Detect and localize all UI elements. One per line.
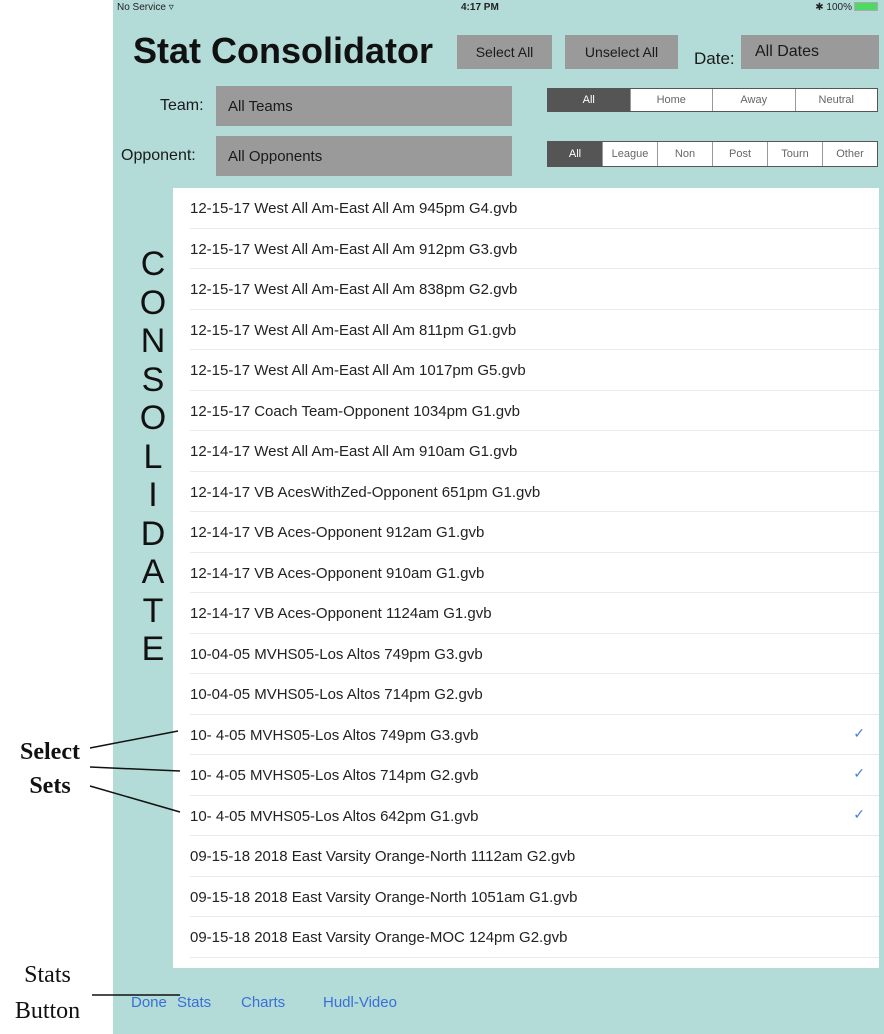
file-name: 12-15-17 West All Am-East All Am 811pm G… xyxy=(190,321,517,339)
date-label: Date: xyxy=(694,49,735,68)
team-field[interactable]: All Teams xyxy=(216,86,512,126)
stats-button-line2: Button xyxy=(14,998,81,1024)
file-row[interactable]: 10-04-05 MVHS05-Los Altos 749pm G3.gvb xyxy=(173,634,879,675)
segment-type-non[interactable]: Non xyxy=(657,142,712,166)
opponent-field[interactable]: All Opponents xyxy=(216,136,512,176)
file-row[interactable]: 12-15-17 West All Am-East All Am 1017pm … xyxy=(173,350,879,391)
stats-button-line1: Stats xyxy=(24,962,71,988)
file-row[interactable]: 09-15-18 2018 East Varsity Orange-North … xyxy=(173,836,879,877)
file-name: 10-04-05 MVHS05-Los Altos 714pm G2.gvb xyxy=(190,686,483,703)
checkmark-icon: ✓ xyxy=(853,805,865,822)
bottom-toolbar: Done Stats Charts Hudl-Video xyxy=(113,978,884,1034)
ipad-screen: No Service ▿ 4:17 PM ✱ 100% Stat Consoli… xyxy=(113,0,884,1034)
file-row[interactable]: 10- 4-05 MVHS05-Los Altos 714pm G2.gvb ✓ xyxy=(173,755,879,796)
select-sets-line2: Sets xyxy=(29,773,71,799)
file-row[interactable]: 12-14-17 West All Am-East All Am 910am G… xyxy=(173,431,879,472)
file-list[interactable]: 12-15-17 West All Am-East All Am 945pm G… xyxy=(173,188,879,968)
checkmark-icon: ✓ xyxy=(853,724,865,741)
type-segmented-control[interactable]: All League Non Post Tourn Other xyxy=(547,141,878,167)
file-name: 10-04-05 MVHS05-Los Altos 749pm G3.gvb xyxy=(190,645,483,663)
opponent-label: Opponent: xyxy=(121,147,196,164)
file-name: 12-14-17 VB Aces-Opponent 912am G1.gvb xyxy=(190,524,485,541)
file-row[interactable]: 10- 4-05 MVHS05-Los Altos 749pm G3.gvb ✓ xyxy=(173,715,879,756)
file-row[interactable]: 12-15-17 West All Am-East All Am 912pm G… xyxy=(173,229,879,270)
segment-type-post[interactable]: Post xyxy=(712,142,767,166)
status-bar: No Service ▿ 4:17 PM ✱ 100% xyxy=(113,0,884,16)
location-segmented-control[interactable]: All Home Away Neutral xyxy=(547,88,878,112)
segment-type-other[interactable]: Other xyxy=(822,142,877,166)
file-name: 12-14-17 VB Aces-Opponent 1124am G1.gvb xyxy=(190,605,492,622)
battery-status: ✱ 100% xyxy=(815,2,878,13)
consolidate-letter: T xyxy=(142,591,164,630)
consolidate-letter: S xyxy=(141,360,165,399)
segment-type-tourn[interactable]: Tourn xyxy=(767,142,822,166)
checkmark-icon: ✓ xyxy=(853,765,865,781)
date-field[interactable]: All Dates xyxy=(741,35,879,69)
file-row[interactable]: 12-15-17 West All Am-East All Am 811pm G… xyxy=(173,310,879,351)
consolidate-letter: O xyxy=(139,283,167,322)
unselect-all-button[interactable]: Unselect All xyxy=(565,35,678,69)
file-row[interactable]: 12-14-17 VB Aces-Opponent 1124am G1.gvb xyxy=(173,593,879,634)
hudl-video-button[interactable]: Hudl-Video xyxy=(323,994,397,1011)
done-button[interactable]: Done xyxy=(131,994,167,1011)
file-row[interactable]: 09-15-18 2018 East Varsity Orange-MOC 12… xyxy=(173,917,879,958)
consolidate-letter: E xyxy=(141,630,165,668)
file-row[interactable]: 12-14-17 VB Aces-Opponent 912am G1.gvb xyxy=(173,512,879,553)
segment-location-away[interactable]: Away xyxy=(712,89,795,111)
consolidate-letter: O xyxy=(139,399,167,437)
segment-type-league[interactable]: League xyxy=(602,142,657,166)
file-row[interactable]: 10-04-05 MVHS05-Los Altos 714pm G2.gvb xyxy=(173,674,879,715)
file-row[interactable]: 09-15-18 2018 East Varsity Orange-North … xyxy=(173,877,879,918)
select-sets-line1: Select xyxy=(20,739,80,765)
segment-location-neutral[interactable]: Neutral xyxy=(794,89,878,111)
file-name: 09-15-18 2018 East Varsity Orange-North … xyxy=(190,888,578,906)
file-name: 09-15-18 2018 East Varsity Orange-MOC 12… xyxy=(190,929,568,946)
wifi-icon: ▿ xyxy=(168,2,174,13)
consolidate-vertical-label: C O N S O L I D A T E xyxy=(133,245,173,669)
carrier-status: No Service ▿ xyxy=(117,2,174,13)
file-row[interactable]: 12-14-17 VB Aces-Opponent 910am G1.gvb xyxy=(173,553,879,594)
stats-button[interactable]: Stats xyxy=(177,994,211,1011)
segment-location-all[interactable]: All xyxy=(548,89,630,111)
consolidate-letter: C xyxy=(140,245,166,283)
file-row[interactable]: 10- 4-05 MVHS05-Los Altos 642pm G1.gvb ✓ xyxy=(173,796,879,837)
file-name: 12-15-17 West All Am-East All Am 838pm G… xyxy=(190,281,518,298)
battery-icon xyxy=(854,2,878,11)
clock: 4:17 PM xyxy=(461,2,499,13)
select-all-button[interactable]: Select All xyxy=(457,35,552,69)
charts-button[interactable]: Charts xyxy=(241,994,285,1011)
page-title: Stat Consolidator xyxy=(133,30,434,71)
file-row[interactable]: 12-15-17 Coach Team-Opponent 1034pm G1.g… xyxy=(173,391,879,432)
file-name: 12-15-17 West All Am-East All Am 912pm G… xyxy=(190,240,518,258)
file-name: 09-15-18 2018 East Varsity Orange-North … xyxy=(190,848,576,865)
file-name: 10- 4-05 MVHS05-Los Altos 642pm G1.gvb xyxy=(190,807,479,825)
segment-location-home[interactable]: Home xyxy=(629,89,713,111)
file-name: 12-15-17 Coach Team-Opponent 1034pm G1.g… xyxy=(190,402,520,420)
file-name: 10- 4-05 MVHS05-Los Altos 749pm G3.gvb xyxy=(190,726,479,744)
file-row[interactable]: 12-15-17 West All Am-East All Am 838pm G… xyxy=(173,269,879,310)
file-name: 12-14-17 West All Am-East All Am 910am G… xyxy=(190,443,518,460)
file-name: 12-15-17 West All Am-East All Am 945pm G… xyxy=(190,200,518,217)
segment-type-all[interactable]: All xyxy=(548,142,602,166)
select-sets-annotation: Select Sets xyxy=(0,735,100,803)
consolidate-letter: I xyxy=(148,476,158,514)
consolidate-letter: D xyxy=(140,514,166,553)
file-row[interactable]: 12-15-17 West All Am-East All Am 945pm G… xyxy=(173,188,879,229)
consolidate-letter: N xyxy=(140,322,166,360)
consolidate-letter: A xyxy=(141,553,165,591)
file-row[interactable]: 09-15-18 2018 East Varsity Orange-MOC 10… xyxy=(173,958,879,969)
file-name: 12-14-17 VB AcesWithZed-Opponent 651pm G… xyxy=(190,483,541,501)
file-name: 12-14-17 VB Aces-Opponent 910am G1.gvb xyxy=(190,564,485,582)
stats-button-annotation: Stats Button xyxy=(0,957,95,1029)
file-row[interactable]: 12-14-17 VB AcesWithZed-Opponent 651pm G… xyxy=(173,472,879,513)
consolidate-letter: L xyxy=(143,437,163,476)
file-name: 12-15-17 West All Am-East All Am 1017pm … xyxy=(190,362,526,379)
team-label: Team: xyxy=(160,97,204,114)
file-name: 10- 4-05 MVHS05-Los Altos 714pm G2.gvb xyxy=(190,767,479,784)
